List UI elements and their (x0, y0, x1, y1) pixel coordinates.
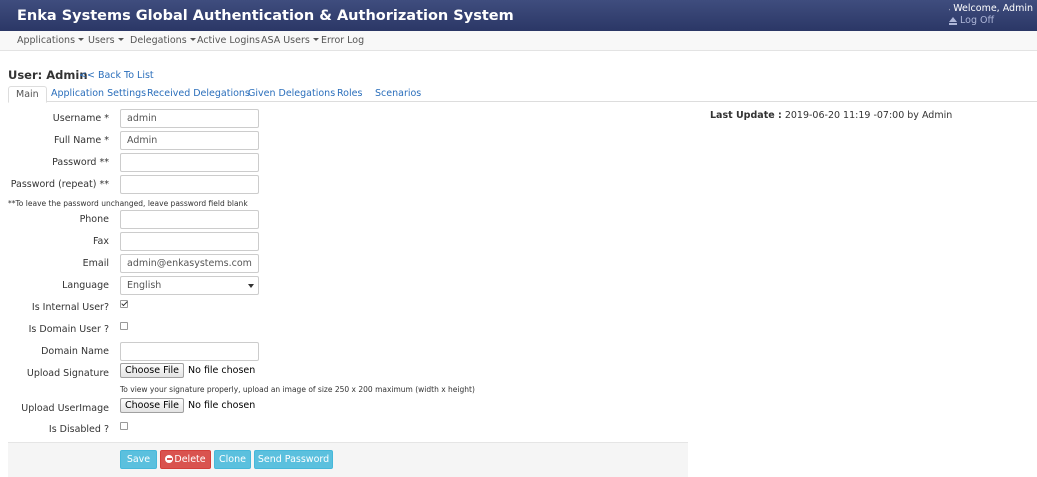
caret-down-icon (117, 38, 124, 41)
main-navbar: Applications Users Delegations Active Lo… (0, 31, 1037, 51)
userimage-file-input[interactable]: Choose File No file chosen (120, 398, 255, 413)
nav-active-logins-label: Active Logins (197, 35, 260, 46)
clone-button[interactable]: Clone (214, 450, 251, 469)
language-select[interactable]: English (120, 276, 259, 295)
tab-given-delegations[interactable]: Given Delegations (248, 88, 335, 99)
password-repeat-input[interactable] (120, 175, 259, 194)
last-update-label: Last Update : (710, 110, 782, 121)
user-icon (949, 8, 951, 10)
delete-button[interactable]: Delete (160, 450, 211, 469)
app-header: Enka Systems Global Authentication & Aut… (0, 0, 1037, 31)
nav-error-log-label: Error Log (321, 35, 365, 46)
password-input[interactable] (120, 153, 259, 172)
nav-active-logins[interactable]: Active Logins (197, 35, 260, 46)
tab-roles[interactable]: Roles (337, 88, 362, 99)
domain-user-checkbox[interactable] (120, 322, 128, 330)
fullname-input[interactable]: Admin (120, 131, 259, 150)
logoff-label: Log Off (960, 15, 995, 26)
fullname-label: Full Name * (53, 135, 109, 146)
caret-down-icon (312, 38, 319, 41)
language-label: Language (62, 280, 109, 291)
eject-icon (949, 17, 957, 25)
domain-name-input[interactable] (120, 342, 259, 361)
back-to-list-link[interactable]: << Back To List (79, 70, 154, 81)
tab-received-delegations[interactable]: Received Delegations (147, 88, 250, 99)
email-input[interactable]: admin@enkasystems.com (120, 254, 259, 273)
userimage-file-status: No file chosen (188, 400, 256, 411)
tab-main[interactable]: Main (8, 86, 47, 103)
save-button[interactable]: Save (120, 450, 157, 469)
nav-error-log[interactable]: Error Log (321, 35, 364, 46)
user-panel: Welcome, Admin Log Off (949, 3, 1033, 27)
nav-applications-label: Applications (17, 35, 76, 46)
is-disabled-checkbox[interactable] (120, 422, 128, 430)
username-label: Username * (52, 113, 109, 124)
nav-users-label: Users (88, 35, 115, 46)
signature-file-input[interactable]: Choose File No file chosen (120, 363, 255, 378)
signature-choose-file-button[interactable]: Choose File (120, 363, 184, 378)
email-label: Email (82, 258, 109, 269)
minus-circle-icon (165, 455, 174, 463)
internal-user-label: Is Internal User? (31, 302, 109, 313)
last-update-info: Last Update : 2019-06-20 11:19 -07:00 by… (710, 110, 952, 121)
upload-signature-label: Upload Signature (26, 368, 109, 379)
password-repeat-label: Password (repeat) ** (10, 179, 109, 190)
language-selected-value: English (127, 280, 162, 291)
logoff-link[interactable]: Log Off (949, 15, 1033, 27)
fax-label: Fax (92, 236, 109, 247)
dropdown-arrow-icon (248, 284, 254, 288)
domain-user-label: Is Domain User ? (28, 324, 109, 335)
username-input[interactable]: admin (120, 109, 259, 128)
delete-button-label: Delete (174, 454, 206, 465)
nav-asa-users[interactable]: ASA Users (261, 35, 319, 46)
last-update-value: 2019-06-20 11:19 -07:00 by Admin (784, 110, 953, 121)
send-password-button[interactable]: Send Password (254, 450, 333, 469)
welcome-row: Welcome, Admin (949, 3, 1033, 15)
page-title: User: Admin (8, 68, 88, 82)
phone-label: Phone (79, 214, 109, 225)
internal-user-checkbox[interactable] (120, 300, 128, 308)
form-actions-bar (8, 442, 688, 477)
password-label: Password ** (52, 157, 109, 168)
is-disabled-label: Is Disabled ? (48, 424, 109, 435)
tab-application-settings[interactable]: Application Settings (51, 88, 146, 99)
domain-name-label: Domain Name (41, 346, 109, 357)
userimage-choose-file-button[interactable]: Choose File (120, 398, 184, 413)
fax-input[interactable] (120, 232, 259, 251)
tab-bar: Main Application Settings Received Deleg… (8, 86, 1037, 103)
nav-users[interactable]: Users (88, 35, 124, 46)
phone-input[interactable] (120, 210, 259, 229)
nav-applications[interactable]: Applications (17, 35, 85, 46)
nav-asa-users-label: ASA Users (261, 35, 310, 46)
caret-down-icon (189, 38, 196, 41)
nav-delegations[interactable]: Delegations (130, 35, 196, 46)
tab-scenarios[interactable]: Scenarios (375, 88, 421, 99)
signature-size-hint: To view your signature properly, upload … (120, 385, 475, 394)
app-title: Enka Systems Global Authentication & Aut… (17, 8, 514, 24)
nav-delegations-label: Delegations (130, 35, 187, 46)
password-note: **To leave the password unchanged, leave… (8, 199, 248, 208)
welcome-text: Welcome, Admin (953, 3, 1033, 14)
caret-down-icon (78, 38, 85, 41)
upload-userimage-label: Upload UserImage (21, 403, 109, 414)
signature-file-status: No file chosen (188, 365, 256, 376)
